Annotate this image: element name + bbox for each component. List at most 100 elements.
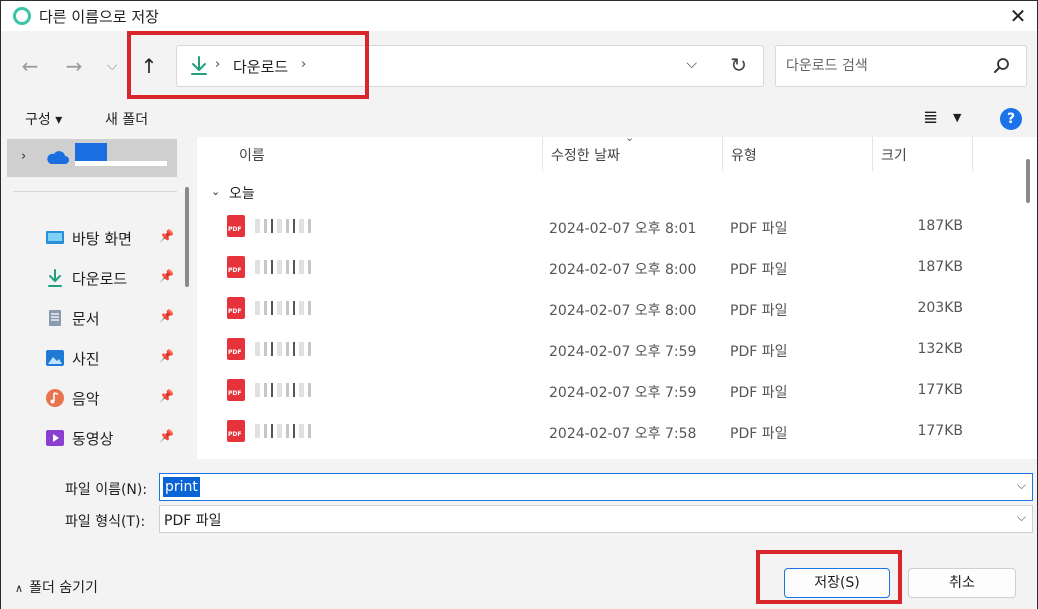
- search-icon[interactable]: [992, 56, 1012, 76]
- file-type: PDF 파일: [730, 426, 788, 442]
- file-size: 132KB: [917, 341, 963, 357]
- file-date: 2024-02-07 오후 7:58: [549, 426, 697, 442]
- sidebar-item-label: 사진: [72, 350, 100, 368]
- filetype-label: 파일 형식(T):: [65, 514, 146, 530]
- redacted-account-name: [75, 143, 107, 161]
- file-date: 2024-02-07 오후 8:00: [549, 262, 697, 278]
- organize-menu[interactable]: 구성 ▾: [25, 109, 62, 129]
- filename-input[interactable]: print: [163, 477, 200, 497]
- divider: [13, 191, 177, 192]
- column-header-label: 유형: [731, 148, 757, 164]
- table-row[interactable]: 2024-02-07 오후 8:00 PDF 파일 187KB: [197, 248, 1017, 288]
- file-size: 203KB: [917, 300, 963, 316]
- address-history-dropdown[interactable]: ⌵: [686, 56, 697, 72]
- search-box[interactable]: [775, 45, 1027, 87]
- group-header-today[interactable]: 오늘: [229, 183, 255, 203]
- pdf-file-icon: [227, 215, 245, 237]
- sidebar-item-label: 바탕 화면: [72, 230, 132, 248]
- pin-icon: 📌: [159, 269, 174, 283]
- sidebar-item-pictures[interactable]: 사진 📌: [45, 343, 179, 373]
- video-icon: [46, 430, 64, 446]
- file-type: PDF 파일: [730, 303, 788, 319]
- sidebar-item-label: 다운로드: [72, 270, 128, 288]
- picture-icon: [46, 350, 64, 366]
- chevron-up-icon: ∧: [15, 582, 24, 595]
- pdf-file-icon: [227, 297, 245, 319]
- view-options-dropdown[interactable]: ▼: [953, 111, 961, 124]
- sidebar-item-label: 문서: [72, 310, 100, 328]
- navigation-pane-scrollbar[interactable]: [185, 187, 189, 287]
- file-size: 187KB: [917, 259, 963, 275]
- refresh-button[interactable]: ↻: [730, 53, 747, 77]
- pdf-file-icon: [227, 256, 245, 278]
- redacted-file-name: [255, 424, 313, 438]
- file-date: 2024-02-07 오후 7:59: [549, 385, 697, 401]
- onedrive-cloud-icon: [47, 151, 69, 164]
- group-collapse-chevron-icon[interactable]: ⌄: [211, 185, 220, 198]
- window-title: 다른 이름으로 저장: [39, 8, 159, 26]
- title-bar: 다른 이름으로 저장 ✕: [1, 1, 1037, 31]
- file-size: 187KB: [917, 218, 963, 234]
- sidebar-item-documents[interactable]: 문서 📌: [45, 303, 179, 333]
- sort-indicator-icon: ⌄: [625, 131, 635, 144]
- view-options-icon[interactable]: ≣: [923, 107, 938, 128]
- close-button[interactable]: ✕: [1005, 3, 1031, 29]
- sidebar-item-onedrive[interactable]: ›: [7, 139, 177, 177]
- sidebar-item-label: 동영상: [72, 430, 114, 448]
- sidebar-item-label: 음악: [72, 390, 100, 408]
- column-header-label: 수정한 날짜: [551, 148, 620, 164]
- file-date: 2024-02-07 오후 8:01: [549, 221, 697, 237]
- pin-icon: 📌: [159, 389, 174, 403]
- navigation-pane: › 바탕 화면 📌 다운로드 📌 문서 📌 사진 📌 음악 📌 동영상 📌: [1, 137, 195, 459]
- pin-icon: 📌: [159, 229, 174, 243]
- table-row[interactable]: 2024-02-07 오후 7:59 PDF 파일 132KB: [197, 330, 1017, 370]
- pin-icon: 📌: [159, 429, 174, 443]
- pdf-file-icon: [227, 379, 245, 401]
- pdf-file-icon: [227, 420, 245, 442]
- redacted-file-name: [255, 301, 313, 315]
- file-type: PDF 파일: [730, 385, 788, 401]
- table-row[interactable]: 2024-02-07 오후 8:00 PDF 파일 203KB: [197, 289, 1017, 329]
- file-date: 2024-02-07 오후 7:59: [549, 344, 697, 360]
- new-folder-button[interactable]: 새 폴더: [105, 109, 148, 129]
- cancel-button[interactable]: 취소: [908, 568, 1016, 598]
- filename-dropdown-chevron-icon[interactable]: ⌵: [1017, 478, 1026, 493]
- column-header-name[interactable]: 이름: [231, 137, 543, 171]
- help-icon[interactable]: ?: [1000, 108, 1022, 130]
- filetype-dropdown-chevron-icon[interactable]: ⌵: [1017, 510, 1026, 525]
- table-row[interactable]: 2024-02-07 오후 8:01 PDF 파일 187KB: [197, 207, 1017, 247]
- sidebar-item-desktop[interactable]: 바탕 화면 📌: [45, 223, 179, 253]
- sidebar-item-videos[interactable]: 동영상 📌: [45, 423, 179, 453]
- column-header-size[interactable]: 크기: [873, 137, 973, 171]
- back-button[interactable]: ←: [17, 53, 43, 79]
- column-header-type[interactable]: 유형: [723, 137, 873, 171]
- pin-icon: 📌: [159, 349, 174, 363]
- annotation-highlight-save: [756, 550, 902, 604]
- sidebar-item-downloads[interactable]: 다운로드 📌: [45, 263, 179, 293]
- table-row[interactable]: 2024-02-07 오후 7:58 PDF 파일 177KB: [197, 412, 1017, 452]
- hide-folders-label: 폴더 숨기기: [29, 580, 98, 596]
- music-icon: [46, 389, 64, 407]
- file-type: PDF 파일: [730, 262, 788, 278]
- redacted-file-name: [255, 260, 313, 274]
- filetype-select[interactable]: PDF 파일 ⌵: [159, 505, 1033, 533]
- table-row[interactable]: 2024-02-07 오후 7:59 PDF 파일 177KB: [197, 371, 1017, 411]
- file-size: 177KB: [917, 382, 963, 398]
- search-input[interactable]: [786, 55, 986, 77]
- expand-chevron-icon[interactable]: ›: [21, 149, 26, 164]
- download-icon: [48, 269, 62, 287]
- hide-folders-button[interactable]: ∧ 폴더 숨기기: [15, 577, 98, 597]
- file-type: PDF 파일: [730, 344, 788, 360]
- pin-icon: 📌: [159, 309, 174, 323]
- filename-field[interactable]: print ⌵: [159, 473, 1033, 501]
- file-list-scrollbar[interactable]: [1026, 159, 1030, 203]
- forward-button[interactable]: →: [61, 53, 87, 79]
- pdf-file-icon: [227, 338, 245, 360]
- redacted-file-name: [255, 383, 313, 397]
- recent-locations-button[interactable]: ⌵: [99, 53, 125, 79]
- sidebar-item-music[interactable]: 음악 📌: [45, 383, 179, 413]
- redacted-account-line: [75, 161, 167, 166]
- redacted-file-name: [255, 342, 313, 356]
- save-as-dialog: 다른 이름으로 저장 ✕ ← → ⌵ ↑ › 다운로드 › ⌵ ↻ 다운로드 검…: [0, 0, 1038, 609]
- command-toolbar: 구성 ▾ 새 폴더 ≣ ▼ ?: [1, 101, 1037, 137]
